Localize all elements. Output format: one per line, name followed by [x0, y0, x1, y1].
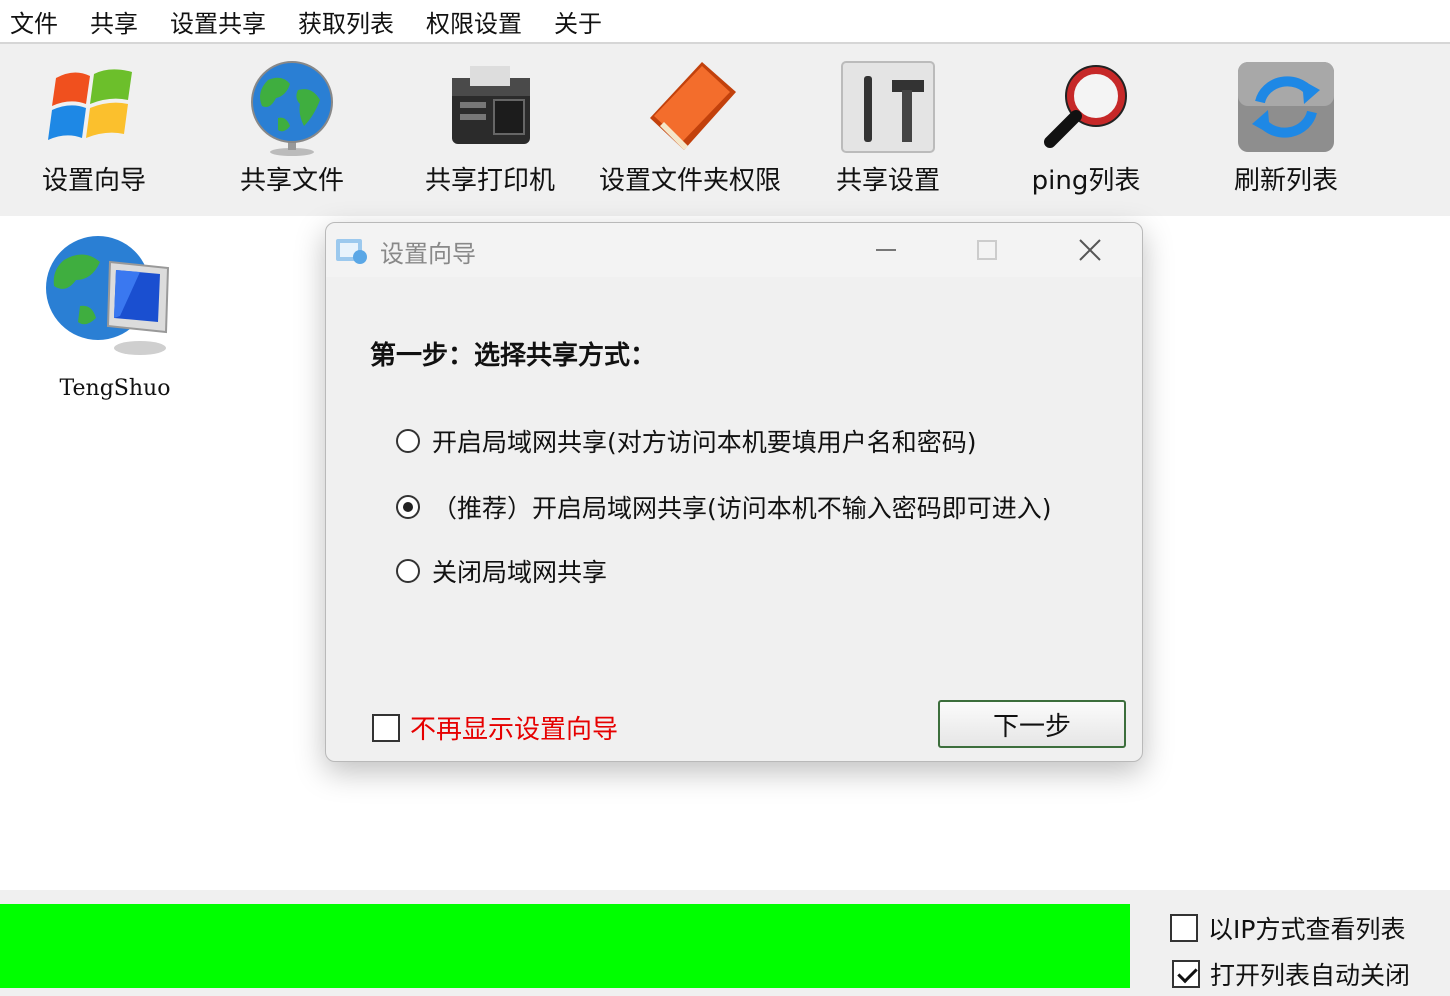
- globe-icon: [251, 61, 333, 156]
- auto-close-checkbox[interactable]: 打开列表自动关闭: [1172, 956, 1410, 992]
- checkbox-box[interactable]: [1170, 914, 1198, 942]
- maximize-icon[interactable]: [967, 231, 1007, 269]
- radio-button[interactable]: [396, 429, 420, 453]
- menu-share-settings[interactable]: 设置共享: [158, 4, 266, 39]
- tools-icon: [841, 61, 935, 153]
- toolbar: 设置向导 共享文件 共享打印机 设置文件夹权限 共享设置 ping列表 刷新列表: [0, 44, 1450, 216]
- radio-label: 开启局域网共享(对方访问本机要填用户名和密码): [432, 428, 977, 457]
- step-heading: 第一步：选择共享方式：: [370, 341, 657, 371]
- radio-button[interactable]: [396, 559, 420, 583]
- option-disable-lan-share[interactable]: 关闭局域网共享: [396, 551, 607, 591]
- dont-show-wizard-checkbox[interactable]: 不再显示设置向导: [372, 709, 618, 746]
- app-icon: [336, 239, 367, 264]
- option-lan-share-with-password[interactable]: 开启局域网共享(对方访问本机要填用户名和密码): [396, 421, 977, 461]
- printer-icon: [452, 66, 530, 144]
- ping-list-button[interactable]: ping列表: [986, 50, 1186, 210]
- refresh-list-button[interactable]: 刷新列表: [1186, 50, 1386, 210]
- toolbar-label: 共享文件: [239, 166, 344, 196]
- radio-label: （推荐）开启局域网共享(访问本机不输入密码即可进入): [432, 494, 1052, 523]
- close-icon[interactable]: [1070, 231, 1110, 269]
- menu-about[interactable]: 关于: [542, 4, 602, 39]
- windows-logo-icon: [48, 69, 132, 140]
- notebook-icon: [650, 62, 736, 150]
- share-printer-button[interactable]: 共享打印机: [390, 50, 590, 210]
- menu-permissions[interactable]: 权限设置: [414, 4, 522, 39]
- minimize-icon[interactable]: [866, 231, 906, 269]
- menu-get-list[interactable]: 获取列表: [286, 4, 394, 39]
- toolbar-label: 刷新列表: [1233, 166, 1338, 196]
- folder-permissions-button[interactable]: 设置文件夹权限: [590, 50, 790, 210]
- toolbar-label: ping列表: [1031, 166, 1141, 196]
- radio-button[interactable]: [396, 495, 420, 519]
- share-files-button[interactable]: 共享文件: [192, 50, 392, 210]
- magnifier-icon: [1044, 65, 1127, 148]
- dialog-title: 设置向导: [380, 240, 476, 268]
- auto-close-label: 打开列表自动关闭: [1210, 961, 1411, 990]
- progress-bar: [0, 904, 1130, 988]
- share-settings-button[interactable]: 共享设置: [788, 50, 988, 210]
- dont-show-label: 不再显示设置向导: [410, 715, 619, 745]
- toolbar-label: 共享打印机: [424, 166, 555, 196]
- next-button[interactable]: 下一步: [938, 700, 1126, 748]
- menu-bar: 文件 共享 设置共享 获取列表 权限设置 关于: [0, 0, 1450, 44]
- toolbar-label: 设置向导: [41, 166, 146, 196]
- menu-share[interactable]: 共享: [78, 4, 138, 39]
- view-by-ip-checkbox[interactable]: 以IP方式查看列表: [1170, 910, 1405, 946]
- status-area: 以IP方式查看列表 打开列表自动关闭: [0, 890, 1450, 996]
- progress-fill: [0, 904, 1130, 988]
- view-by-ip-label: 以IP方式查看列表: [1208, 915, 1406, 944]
- option-lan-share-no-password[interactable]: （推荐）开启局域网共享(访问本机不输入密码即可进入): [396, 487, 1052, 527]
- checkbox-box[interactable]: [372, 713, 400, 742]
- setup-wizard-dialog: 设置向导 第一步：选择共享方式： 开启局域网共享(对方访问本机要填用户名和密码)…: [325, 222, 1143, 762]
- computer-label: TengShuo: [59, 376, 171, 401]
- checkbox-box[interactable]: [1172, 960, 1200, 988]
- dialog-title-bar[interactable]: 设置向导: [326, 223, 1142, 277]
- network-computer-icon: [46, 236, 170, 355]
- setup-wizard-button[interactable]: 设置向导: [0, 50, 194, 210]
- toolbar-label: 设置文件夹权限: [598, 166, 781, 196]
- radio-label: 关闭局域网共享: [432, 558, 608, 587]
- menu-file[interactable]: 文件: [0, 4, 58, 39]
- toolbar-label: 共享设置: [835, 166, 940, 196]
- refresh-icon: [1238, 62, 1334, 152]
- computer-tengshuo[interactable]: TengShuo: [30, 222, 200, 412]
